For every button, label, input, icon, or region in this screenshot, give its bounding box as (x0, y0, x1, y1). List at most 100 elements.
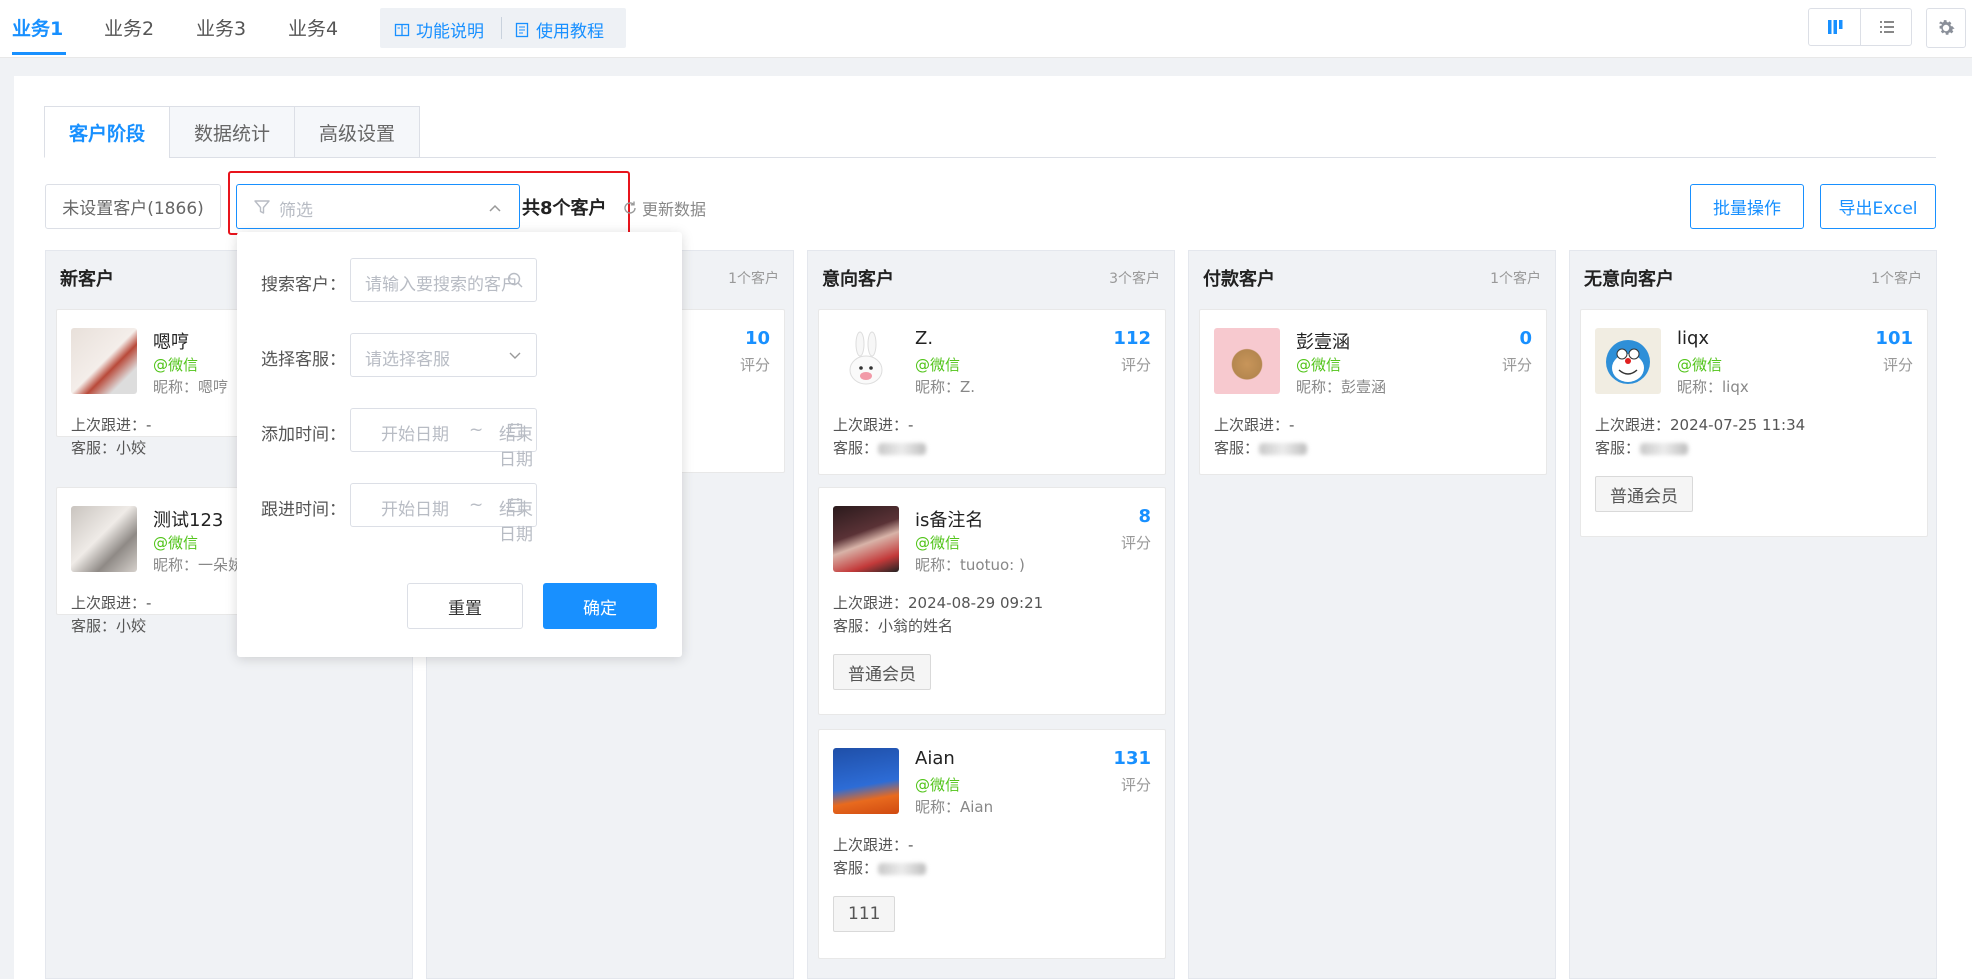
search-customer-label: 搜索客户： (261, 275, 346, 295)
start-date-placeholder: 开始日期 (381, 425, 449, 445)
customer-name: Z. (915, 328, 934, 349)
top-tab-3[interactable]: 业务3 (196, 14, 246, 41)
member-tag: 普通会员 (1595, 476, 1693, 512)
customer-name: liqx (1677, 328, 1710, 349)
tab-advanced-settings[interactable]: 高级设置 (294, 106, 420, 158)
page-tabs: 客户阶段 数据统计 高级设置 (44, 106, 1936, 158)
score-label: 评分 (1501, 356, 1532, 374)
customer-name: 嗯哼 (153, 332, 189, 353)
score-label: 评分 (1120, 356, 1151, 374)
agent: 客服：小姣 (71, 439, 147, 457)
customer-card[interactable]: Z. @微信 昵称：Z. 112 评分 上次跟进：- 客服： (818, 309, 1166, 475)
help-links: 功能说明 使用教程 (380, 8, 626, 48)
top-tab-4[interactable]: 业务4 (288, 14, 338, 41)
score: 10 (744, 328, 770, 349)
book-icon (394, 23, 410, 36)
feature-desc-link[interactable]: 功能说明 (394, 17, 484, 42)
avatar (1595, 328, 1661, 394)
channel-label: @微信 (153, 356, 199, 374)
confirm-button[interactable]: 确定 (543, 583, 657, 629)
settings-button[interactable] (1926, 8, 1966, 48)
agent: 客服：小翁的姓名 (833, 617, 954, 635)
funnel-icon (254, 200, 270, 214)
score-label: 评分 (739, 356, 770, 374)
tutorial-link[interactable]: 使用教程 (514, 17, 604, 42)
column-count: 1个客户 (1871, 271, 1922, 287)
stage-column-no-intent: 无意向客户 1个客户 liqx @微信 昵称：liqx 101 评分 上次跟进：… (1569, 250, 1937, 979)
gear-icon (1938, 20, 1955, 35)
tutorial-label: 使用教程 (536, 22, 604, 42)
bunny-avatar-icon (849, 331, 883, 385)
score: 101 (1875, 328, 1913, 349)
export-excel-button[interactable]: 导出Excel (1820, 184, 1936, 229)
last-follow: 上次跟进：2024-07-25 11:34 (1595, 416, 1806, 434)
customer-card[interactable]: is备注名 @微信 昵称：tuotuo: ) 8 评分 上次跟进：2024-08… (818, 487, 1166, 715)
range-separator: ~ (469, 420, 484, 440)
top-tab-1[interactable]: 业务1 (12, 14, 63, 41)
nickname: 昵称：Aian (915, 798, 994, 816)
chevron-down-icon (509, 352, 521, 359)
last-follow: 上次跟进：- (71, 594, 152, 612)
nickname: 昵称：彭壹涵 (1296, 378, 1387, 396)
filter-dropdown[interactable]: 筛选 (236, 184, 520, 229)
range-separator: ~ (469, 495, 484, 515)
redacted-value (878, 442, 927, 455)
select-agent-dropdown[interactable]: 请选择客服 (350, 333, 537, 377)
customer-card[interactable]: Aian @微信 昵称：Aian 131 评分 上次跟进：- 客服： 111 (818, 729, 1166, 959)
channel-label: @微信 (915, 776, 961, 794)
nickname: 昵称：Z. (915, 378, 976, 396)
added-date-range[interactable]: 开始日期 ~ 结束日期 (350, 408, 537, 470)
last-follow: 上次跟进：- (833, 416, 914, 434)
column-title: 无意向客户 (1584, 269, 1674, 290)
top-bar: 业务1 业务2 业务3 业务4 功能说明 使用教程 (0, 0, 1972, 58)
channel-label: @微信 (153, 534, 199, 552)
column-count: 1个客户 (728, 271, 779, 287)
chevron-up-icon (489, 204, 501, 212)
channel-label: @微信 (915, 356, 961, 374)
follow-date-range[interactable]: 开始日期 ~ 结束日期 (350, 483, 537, 545)
follow-time-label: 跟进时间： (261, 500, 346, 520)
avatar (833, 748, 899, 814)
search-customer-input[interactable]: 请输入要搜索的客户 (350, 258, 537, 302)
score-label: 评分 (1882, 356, 1913, 374)
member-tag: 111 (833, 896, 896, 932)
column-title: 新客户 (60, 269, 114, 290)
refresh-icon (624, 201, 636, 214)
customer-name: 彭壹涵 (1296, 332, 1350, 353)
reset-button[interactable]: 重置 (407, 583, 523, 629)
redacted-value (1259, 442, 1308, 455)
avatar (833, 328, 899, 394)
score: 8 (1138, 506, 1151, 527)
unset-customers-button[interactable]: 未设置客户(1866) (45, 184, 221, 229)
customer-name: 测试123 (153, 510, 224, 531)
channel-label: @微信 (1677, 356, 1723, 374)
redacted-value (1640, 442, 1689, 455)
customer-card[interactable]: 彭壹涵 @微信 昵称：彭壹涵 0 评分 上次跟进：- 客服： (1199, 309, 1547, 475)
list-view-button[interactable] (1861, 9, 1913, 45)
view-toggle (1808, 8, 1912, 46)
columns-icon (1828, 20, 1843, 34)
help-divider (501, 17, 502, 39)
column-count: 3个客户 (1109, 271, 1160, 287)
added-time-label: 添加时间： (261, 425, 346, 445)
tab-statistics[interactable]: 数据统计 (169, 106, 295, 158)
agent-placeholder: 请选择客服 (365, 350, 450, 370)
channel-label: @微信 (915, 534, 961, 552)
document-icon (515, 22, 529, 37)
nickname: 昵称：liqx (1677, 378, 1749, 396)
kanban-view-button[interactable] (1809, 9, 1861, 45)
active-tab-indicator (12, 52, 66, 55)
refresh-data-button[interactable]: 更新数据 (622, 196, 706, 220)
nickname: 昵称：tuotuo: ) (915, 556, 1025, 574)
agent: 客服： (1595, 437, 1689, 458)
column-title: 付款客户 (1203, 269, 1275, 290)
total-customers: 共8个客户 (522, 198, 607, 219)
tab-customer-stage[interactable]: 客户阶段 (44, 106, 170, 158)
top-tab-2[interactable]: 业务2 (104, 14, 154, 41)
score: 112 (1113, 328, 1151, 349)
search-placeholder: 请输入要搜索的客户 (365, 275, 518, 295)
nickname: 昵称：一朵娇 (153, 556, 244, 574)
customer-card[interactable]: liqx @微信 昵称：liqx 101 评分 上次跟进：2024-07-25 … (1580, 309, 1928, 537)
agent: 客服：小姣 (71, 617, 147, 635)
batch-operation-button[interactable]: 批量操作 (1690, 184, 1804, 229)
